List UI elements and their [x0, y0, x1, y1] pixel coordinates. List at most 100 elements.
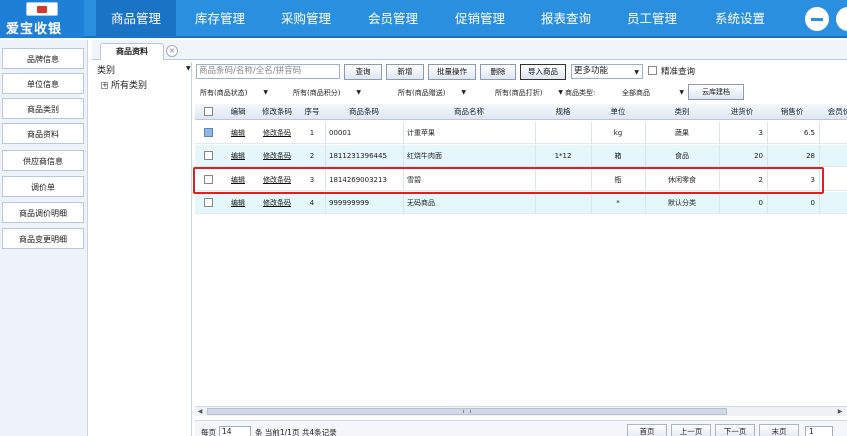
category-panel: 类别 ▼ + 所有类别: [95, 62, 192, 436]
cloud-create-button[interactable]: 云库建档: [688, 84, 744, 100]
tab-product-data[interactable]: 商品资料: [100, 43, 164, 60]
more-functions-select[interactable]: 更多功能 ▼: [571, 64, 643, 79]
sidebar-item-price-adjust[interactable]: 调价单: [2, 176, 84, 197]
barcode-cell: 999999999: [329, 199, 370, 207]
modify-barcode-link[interactable]: 修改条码: [255, 192, 299, 214]
last-page-button[interactable]: 末页: [759, 424, 799, 436]
sidebar-item-unit-info[interactable]: 单位信息: [2, 73, 84, 94]
sidebar-item-product-category[interactable]: 商品类别: [2, 98, 84, 119]
chevron-down-icon: ▼: [679, 89, 684, 96]
table-row[interactable]: 编辑 修改条码 1 00001 计重苹果 kg 蔬果 3 6.5: [195, 122, 847, 144]
modify-barcode-link[interactable]: 修改条码: [255, 145, 299, 167]
scroll-thumb[interactable]: [207, 408, 727, 415]
spec-cell: [535, 122, 591, 144]
nav-item-report-query[interactable]: 报表查询: [526, 0, 606, 38]
scroll-left-icon[interactable]: ◀: [195, 407, 205, 416]
category-tree-root[interactable]: + 所有类别: [101, 78, 147, 91]
horizontal-scrollbar[interactable]: ◀ ▶: [195, 406, 847, 416]
category-cell: 蔬果: [675, 129, 689, 137]
sidebar-item-brand-info[interactable]: 品牌信息: [2, 48, 84, 69]
seq-cell: 1: [309, 129, 315, 137]
cost-price-cell: 0: [758, 199, 763, 207]
row-checkbox[interactable]: [204, 128, 213, 137]
header-seq: 序号: [304, 107, 320, 116]
nav-item-system-settings[interactable]: 系统设置: [698, 0, 782, 38]
chevron-down-icon: ▼: [461, 89, 466, 96]
sidebar-item-change-detail[interactable]: 商品变更明细: [2, 228, 84, 249]
sidebar-item-price-adjust-detail[interactable]: 商品调价明细: [2, 202, 84, 223]
add-button[interactable]: 新增: [386, 64, 424, 80]
logo-text: 爱宝收银: [6, 22, 63, 37]
nav-item-product-mgmt[interactable]: 商品管理: [96, 0, 176, 38]
unit-cell: *: [616, 199, 620, 207]
barcode-cell: 1811231396445: [329, 152, 387, 160]
sale-price-cell: 28: [806, 152, 815, 160]
edit-link[interactable]: 编辑: [223, 192, 253, 214]
logo-badge-icon: [26, 2, 58, 16]
header-spec: 规格: [555, 107, 571, 116]
product-type-label: 商品类型:: [565, 89, 596, 97]
nav-item-promotion-mgmt[interactable]: 促销管理: [440, 0, 520, 38]
cost-price-cell: 20: [754, 152, 763, 160]
unit-cell: 箱: [614, 152, 622, 160]
chevron-down-icon: ▼: [558, 89, 563, 96]
minimize-icon[interactable]: [805, 7, 829, 31]
delete-button[interactable]: 删除: [480, 64, 516, 80]
prev-page-button[interactable]: 上一页: [671, 424, 711, 436]
row-checkbox[interactable]: [204, 151, 213, 160]
pager: 每页 14 条 当前1/1页 共4条记录 首页 上一页 下一页 末页 1: [195, 420, 847, 436]
edit-link[interactable]: 编辑: [223, 145, 253, 167]
expand-icon[interactable]: +: [101, 82, 108, 89]
nav-item-staff-mgmt[interactable]: 员工管理: [612, 0, 692, 38]
header-cost-price: 进货价: [730, 107, 754, 116]
category-dropdown-icon[interactable]: ▼: [186, 65, 191, 72]
next-page-button[interactable]: 下一页: [715, 424, 755, 436]
sidebar-item-supplier-info[interactable]: 供应商信息: [2, 150, 84, 171]
product-type-select[interactable]: 全部商品 ▼: [622, 86, 684, 100]
category-cell: 默认分类: [668, 199, 696, 207]
app-logo: 爱宝收银: [0, 0, 84, 38]
modify-barcode-link[interactable]: 修改条码: [255, 122, 299, 144]
points-filter-select[interactable]: 所有(商品积分) ▼: [293, 86, 361, 100]
status-filter-select[interactable]: 所有(商品状态) ▼: [200, 86, 268, 100]
row-highlight-frame: [193, 167, 824, 194]
unit-cell: kg: [613, 129, 623, 137]
cost-price-cell: 3: [758, 129, 763, 137]
product-table: 编辑 修改条码 序号 商品条码 商品名称 规格 单位 类别 进货价 销售价 会员…: [195, 104, 847, 404]
header-category: 类别: [674, 107, 690, 116]
query-button[interactable]: 查询: [344, 64, 382, 80]
table-row[interactable]: 编辑 修改条码 2 1811231396445 红烧牛肉面 1*12 箱 食品 …: [195, 145, 847, 167]
row-checkbox[interactable]: [204, 198, 213, 207]
spec-cell: 1*12: [554, 152, 572, 160]
page-number-input[interactable]: 1: [805, 426, 833, 436]
close-window-icon[interactable]: [836, 7, 847, 31]
scroll-right-icon[interactable]: ▶: [835, 407, 845, 416]
first-page-button[interactable]: 首页: [627, 424, 667, 436]
per-page-input[interactable]: 14: [219, 426, 251, 436]
table-header: 编辑 修改条码 序号 商品条码 商品名称 规格 单位 类别 进货价 销售价 会员…: [195, 104, 847, 120]
top-nav-bar: 爱宝收银 商品管理 库存管理 采购管理 会员管理 促销管理 报表查询 员工管理 …: [0, 0, 847, 38]
category-cell: 食品: [675, 152, 689, 160]
name-cell: 计重苹果: [407, 129, 435, 137]
gift-filter-select[interactable]: 所有(商品赠送) ▼: [398, 86, 466, 100]
spec-cell: [535, 192, 591, 214]
table-row[interactable]: 编辑 修改条码 4 999999999 无码商品 * 默认分类 0 0: [195, 192, 847, 214]
exact-query-checkbox[interactable]: [648, 66, 657, 75]
import-product-button[interactable]: 导入商品: [520, 64, 566, 80]
category-select-label[interactable]: 类别: [97, 63, 115, 76]
search-input[interactable]: 商品条码/名称/全名/拼音码: [196, 64, 340, 79]
nav-item-inventory-mgmt[interactable]: 库存管理: [180, 0, 260, 38]
nav-item-member-mgmt[interactable]: 会员管理: [353, 0, 433, 38]
per-page-label: 每页: [201, 428, 216, 436]
sale-price-cell: 0: [810, 199, 815, 207]
sidebar-item-product-data[interactable]: 商品资料: [2, 123, 84, 144]
select-all-checkbox[interactable]: [204, 107, 213, 116]
nav-item-purchase-mgmt[interactable]: 采购管理: [266, 0, 346, 38]
discount-filter-select[interactable]: 所有(商品打折) ▼: [495, 86, 563, 100]
chevron-down-icon: ▼: [634, 69, 639, 76]
tab-close-icon[interactable]: ×: [166, 45, 178, 57]
header-sale-price: 销售价: [780, 107, 804, 116]
batch-operation-button[interactable]: 批量操作: [428, 64, 476, 80]
sale-price-cell: 6.5: [803, 129, 815, 137]
edit-link[interactable]: 编辑: [223, 122, 253, 144]
